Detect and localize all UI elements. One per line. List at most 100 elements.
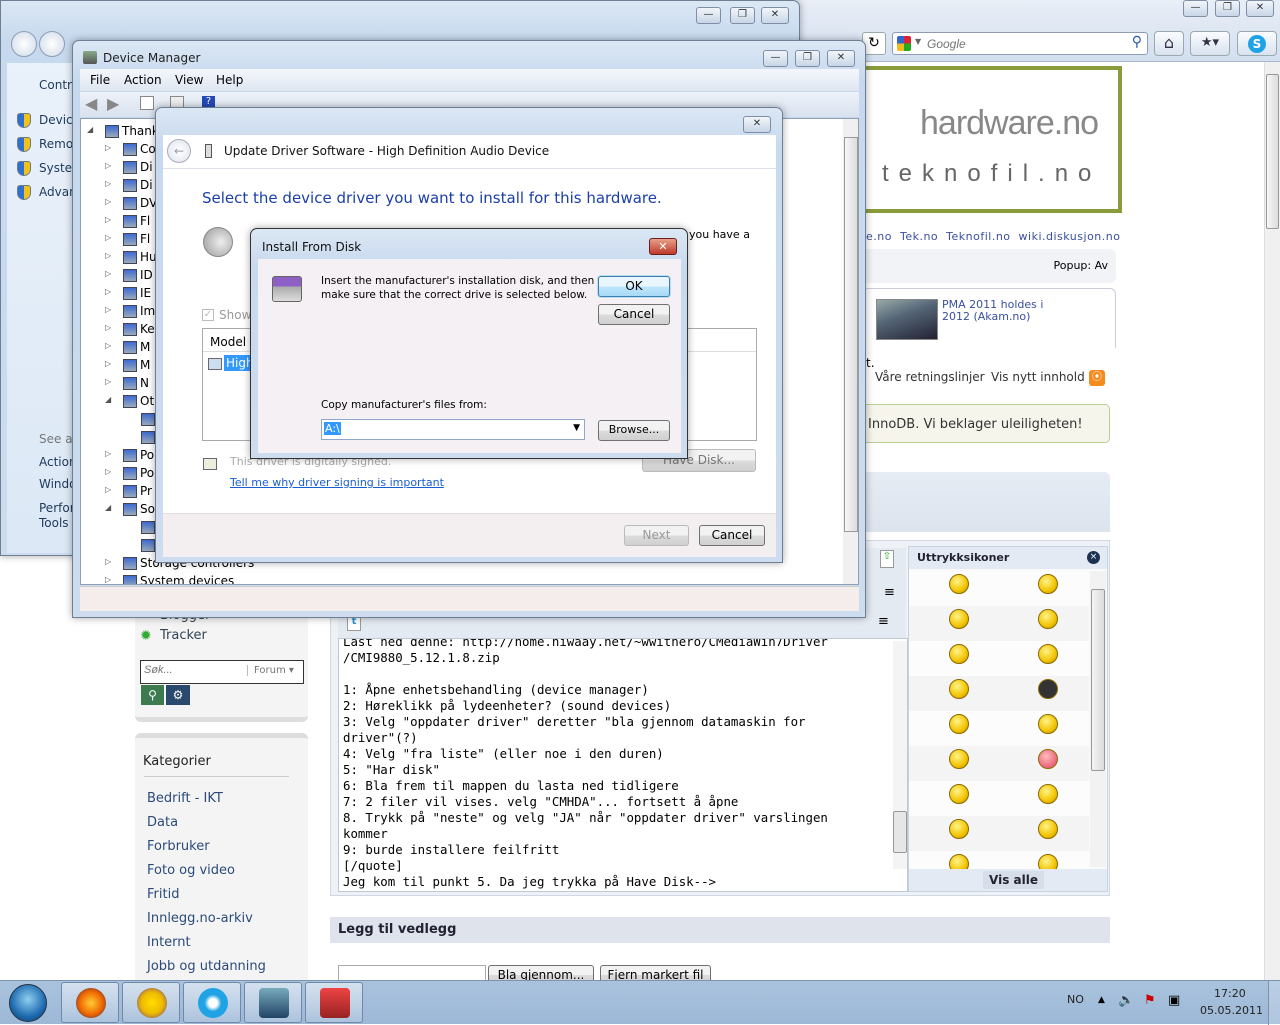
cancel-button[interactable]: Cancel — [699, 525, 765, 546]
ud-close-button[interactable]: ✕ — [743, 116, 771, 133]
menu-help[interactable]: Help — [216, 73, 243, 87]
start-button[interactable] — [9, 984, 47, 1022]
driver-signing-link[interactable]: Tell me why driver signing is important — [230, 476, 444, 489]
browser-maximize-button[interactable]: ❐ — [1215, 0, 1240, 17]
category-link[interactable]: Forbruker — [147, 839, 210, 854]
copy-from-combobox[interactable]: A:\ ▼ — [321, 419, 585, 440]
browser-minimize-button[interactable]: — — [1183, 0, 1208, 17]
dm-minimize-button[interactable]: — — [763, 50, 788, 67]
expanded-icon[interactable]: ◢ — [87, 125, 93, 134]
news-link[interactable]: PMA 2011 holdes i 2012 (Akam.no) — [942, 299, 1062, 323]
emoticon-icon[interactable] — [949, 784, 969, 804]
see-also-windows[interactable]: Windo — [39, 477, 77, 491]
cp-back-button[interactable] — [11, 31, 37, 57]
collapsed-icon[interactable]: ▷ — [105, 467, 111, 476]
category-link[interactable]: Jobb og utdanning — [147, 959, 266, 974]
see-also-action[interactable]: Action — [39, 455, 77, 469]
expanded-icon[interactable]: ◢ — [105, 395, 111, 404]
rss-icon[interactable]: ⦿ — [1089, 370, 1105, 386]
collapsed-icon[interactable]: ▷ — [105, 269, 111, 278]
emoticon-icon[interactable] — [949, 609, 969, 629]
collapsed-icon[interactable]: ▷ — [105, 341, 111, 350]
forward-arrow-icon[interactable]: ▶ — [107, 94, 119, 113]
show-all-button[interactable]: Vis alle — [983, 871, 1044, 889]
emoticon-icon[interactable] — [1038, 679, 1058, 699]
emoticon-icon[interactable] — [1038, 819, 1058, 839]
show-hidden-icons-button[interactable]: ▲ — [1098, 995, 1105, 1005]
volume-icon[interactable]: 🔈 — [1118, 993, 1134, 1008]
collapsed-icon[interactable]: ▷ — [105, 575, 111, 584]
expanded-icon[interactable]: ◢ — [105, 503, 111, 512]
search-icon[interactable]: ⚲ — [1132, 34, 1142, 50]
cp-close-button[interactable]: ✕ — [761, 7, 789, 24]
emoticon-icon[interactable] — [949, 749, 969, 769]
category-link[interactable]: Innlegg.no-arkiv — [147, 911, 253, 926]
clock-time[interactable]: 17:20 — [1214, 987, 1246, 1000]
category-link[interactable]: Internt — [147, 935, 191, 950]
collapsed-icon[interactable]: ▷ — [105, 179, 111, 188]
site-search-settings-button[interactable]: ⚙ — [166, 685, 190, 705]
ud-back-button[interactable]: ← — [167, 139, 191, 163]
emoticon-icon[interactable] — [949, 574, 969, 594]
home-button[interactable]: ⌂ — [1154, 31, 1184, 56]
collapsed-icon[interactable]: ▷ — [105, 377, 111, 386]
emoticon-icon[interactable] — [1038, 574, 1058, 594]
taskbar-app-skype[interactable] — [183, 982, 241, 1023]
collapsed-icon[interactable]: ▷ — [105, 143, 111, 152]
taskbar-app-control-panel[interactable] — [244, 982, 302, 1023]
show-compatible-checkbox[interactable]: ✓ — [202, 309, 214, 321]
align-right-icon[interactable]: ≡ — [884, 585, 895, 600]
browser-close-button[interactable]: ✕ — [1246, 0, 1274, 17]
textarea-scrollbar[interactable] — [893, 641, 907, 869]
site-search-input[interactable] — [144, 664, 244, 676]
skype-toolbar-button[interactable]: S — [1237, 31, 1277, 56]
collapsed-icon[interactable]: ▷ — [105, 359, 111, 368]
site-logo[interactable]: hardware.no teknofil.no — [850, 66, 1122, 213]
sidebar-link-tracker[interactable]: Tracker — [160, 628, 207, 643]
ifd-cancel-button[interactable]: Cancel — [598, 304, 670, 325]
menu-action[interactable]: Action — [124, 73, 162, 87]
ifd-close-button[interactable]: ✕ — [649, 238, 677, 255]
see-also-performance[interactable]: Perfor — [39, 501, 75, 515]
taskbar-app-yahoo-messenger[interactable] — [122, 982, 180, 1023]
search-engine-dropdown-icon[interactable]: ▼ — [915, 37, 921, 46]
indent-icon[interactable]: ≡ — [878, 614, 889, 629]
news-thumbnail[interactable] — [876, 299, 938, 340]
search-input[interactable] — [927, 35, 1117, 52]
collapsed-icon[interactable]: ▷ — [105, 485, 111, 494]
cp-minimize-button[interactable]: — — [696, 7, 721, 24]
collapsed-icon[interactable]: ▷ — [105, 557, 111, 566]
collapsed-icon[interactable]: ▷ — [105, 251, 111, 260]
collapsed-icon[interactable]: ▷ — [105, 449, 111, 458]
popup-toggle[interactable]: Popup: Av — [1053, 259, 1108, 272]
cp-forward-button[interactable] — [39, 31, 65, 57]
post-textarea[interactable]: Last ned denne: http://home.hiwaay.net/~… — [338, 638, 908, 892]
network-link[interactable]: wiki.diskusjon.no — [1019, 230, 1121, 243]
language-indicator[interactable]: NO — [1067, 993, 1084, 1006]
network-link[interactable]: Teknofil.no — [946, 230, 1010, 243]
emoticon-icon[interactable] — [1038, 644, 1058, 664]
menu-file[interactable]: File — [90, 73, 110, 87]
action-center-icon[interactable]: ⚑ — [1144, 993, 1156, 1008]
site-search-button[interactable]: ⚲ — [141, 685, 164, 705]
collapsed-icon[interactable]: ▷ — [105, 233, 111, 242]
emoticons-scrollbar[interactable] — [1090, 571, 1106, 867]
category-link[interactable]: Fritid — [147, 887, 179, 902]
upload-icon[interactable]: ⇧ — [880, 550, 894, 568]
emoticon-icon[interactable] — [1038, 609, 1058, 629]
bookmarks-button[interactable]: ★▾ — [1190, 31, 1230, 56]
cp-maximize-button[interactable]: ❐ — [730, 7, 755, 24]
search-scope-dropdown[interactable]: Forum ▾ — [247, 665, 294, 676]
properties-icon[interactable] — [140, 96, 154, 110]
dm-close-button[interactable]: ✕ — [827, 50, 855, 67]
emoticon-icon[interactable] — [1038, 784, 1058, 804]
emoticon-icon[interactable] — [949, 819, 969, 839]
category-link[interactable]: Foto og video — [147, 863, 235, 878]
next-button[interactable]: Next — [624, 525, 689, 546]
category-link[interactable]: Bedrift - IKT — [147, 791, 223, 806]
guidelines-link[interactable]: Våre retningslinjer — [875, 370, 985, 384]
ok-button[interactable]: OK — [598, 276, 670, 297]
network-link[interactable]: e.no — [866, 230, 892, 243]
collapsed-icon[interactable]: ▷ — [105, 215, 111, 224]
category-link[interactable]: Data — [147, 815, 178, 830]
